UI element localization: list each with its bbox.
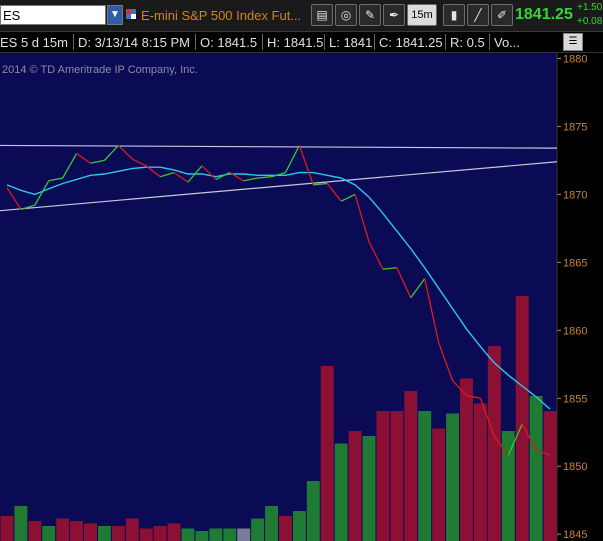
drawing-tools-icon[interactable]: ✎ [359,4,381,26]
volume-bar [362,436,376,541]
pencil-icon[interactable]: ╱ [467,4,489,26]
style-settings-icon[interactable]: ◎ [335,4,357,26]
volume-bar [265,506,278,541]
pen-icon[interactable]: ✐ [491,4,513,26]
separator [445,34,446,50]
separator [374,34,375,50]
volume-bar [292,511,306,541]
symbol-dropdown-button[interactable]: ▼ [107,5,123,25]
volume-bar [139,528,153,541]
volume-label: Vo... [494,35,521,50]
volume-bar [70,521,84,541]
plot-area [0,53,557,541]
candlestick-icon[interactable]: ▮ [443,4,465,26]
volume-bar [404,391,418,541]
symbol-period-label: ES 5 d 15m [0,35,68,50]
price-tick-label: 1850 [563,461,587,473]
interval-button[interactable]: 15m [407,4,437,26]
date-label: D: 3/13/14 8:15 PM [78,35,191,50]
price-axis-ticks: 1880 1875 1870 1865 1860 1855 1850 1845 [557,53,587,541]
copyright-text: 2014 © TD Ameritrade IP Company, Inc. [2,64,198,76]
volume-bar [501,431,515,541]
ohlc-info-bar: ES 5 d 15m D: 3/13/14 8:15 PM O: 1841.5 … [0,32,603,53]
volume-bar [111,526,125,541]
separator [73,34,74,50]
separator [195,34,196,50]
last-price: 1841.25 [515,6,573,23]
price-tick-label: 1860 [563,325,587,337]
volume-bar [279,516,292,541]
volume-bar [473,403,487,541]
volume-bar [0,516,14,541]
volume-bar [42,526,56,541]
chart-settings-icon[interactable]: ☰ [563,33,583,51]
volume-bar [418,411,432,541]
price-tick-label: 1870 [563,189,587,201]
volume-bar [446,413,460,541]
price-chart[interactable]: 1880 1875 1870 1865 1860 1855 1850 1845 [0,53,603,541]
price-tick-label: 1865 [563,257,587,269]
low-label: L: 1841 [329,35,373,50]
volume-bar [306,481,320,541]
wrench-icon[interactable]: ✒ [383,4,405,26]
high-label: H: 1841.5 [267,35,324,50]
instrument-title: E-mini S&P 500 Index Fut... [141,8,302,23]
volume-bar [125,518,139,541]
volume-bar [320,366,334,541]
close-label: C: 1841.25 [379,35,443,50]
volume-bar [223,528,237,541]
volume-bar [432,428,446,541]
volume-bar [237,528,251,541]
volume-bar [334,443,348,541]
volume-bar [195,531,209,541]
volume-bar [348,431,362,541]
volume-bar [84,523,97,541]
volume-bar [97,526,111,541]
symbol-text: ES [3,8,21,23]
volume-bar [209,528,223,541]
open-label: O: 1841.5 [200,35,258,50]
volume-bar [14,506,28,541]
volume-bar [167,523,181,541]
instrument-flag-icon [126,9,136,19]
volume-bar [181,528,195,541]
volume-bar [460,378,473,541]
volume-bar [515,296,529,541]
price-change-percent: +0.08 [577,16,603,27]
range-label: R: 0.5 [450,35,485,50]
volume-bar [251,518,265,541]
volume-bar [376,411,390,541]
volume-bar [543,411,557,541]
price-tick-label: 1875 [563,121,587,133]
top-toolbar: ES ▼ E-mini S&P 500 Index Fut... ▤ ◎ ✎ ✒… [0,0,603,32]
symbol-input[interactable]: ES [0,5,106,25]
volume-bar [390,411,404,541]
volume-bar [28,521,42,541]
volume-bar [56,518,70,541]
price-change: +1.50 [577,2,603,13]
studies-icon[interactable]: ▤ [311,4,333,26]
separator [324,34,325,50]
price-tick-label: 1845 [563,529,587,541]
separator [262,34,263,50]
price-tick-label: 1880 [563,53,587,65]
volume-bar [153,526,167,541]
separator [489,34,490,50]
price-tick-label: 1855 [563,393,587,405]
volume-bar [529,396,543,541]
